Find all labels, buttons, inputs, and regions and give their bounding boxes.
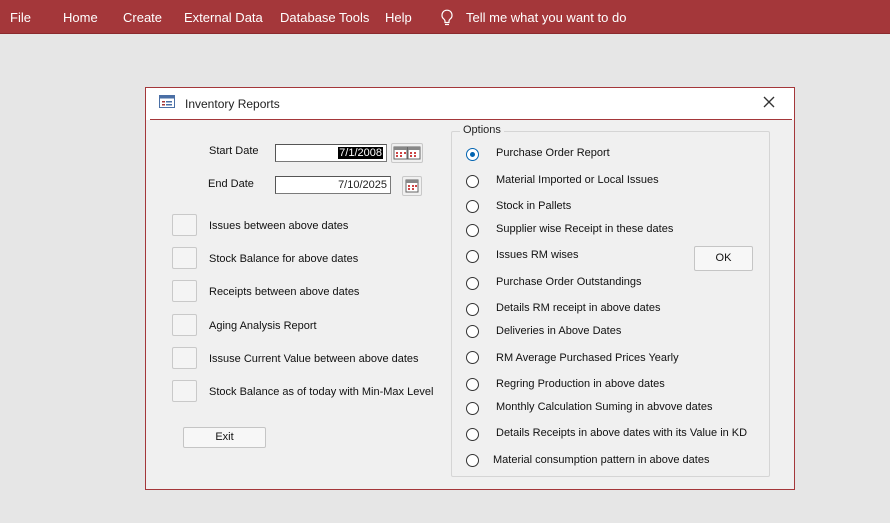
form-icon: [159, 95, 175, 108]
options-group-label: Options: [460, 124, 504, 136]
report-label: Stock Balance for above dates: [209, 253, 359, 265]
option-label: Monthly Calculation Suming in abvove dat…: [496, 401, 713, 413]
option-label: Material Imported or Local Issues: [496, 174, 659, 186]
menu-home[interactable]: Home: [63, 10, 98, 25]
option-label: Regring Production in above dates: [496, 378, 665, 390]
menu-database-tools[interactable]: Database Tools: [280, 10, 369, 25]
report-checkbox-aging[interactable]: [172, 314, 197, 336]
option-radio[interactable]: [466, 351, 479, 364]
option-radio[interactable]: [466, 402, 479, 415]
report-checkbox-receipts[interactable]: [172, 280, 197, 302]
start-date-input[interactable]: 7/1/2008: [275, 144, 387, 162]
menu-external-data[interactable]: External Data: [184, 10, 263, 25]
option-radio[interactable]: [466, 325, 479, 338]
option-radio[interactable]: [466, 148, 479, 161]
report-checkbox-stock-balance[interactable]: [172, 247, 197, 269]
report-label: Receipts between above dates: [209, 286, 360, 298]
title-separator: [150, 119, 792, 120]
dialog-titlebar: Inventory Reports: [146, 88, 794, 120]
report-checkbox-min-max[interactable]: [172, 380, 197, 402]
option-label: Purchase Order Outstandings: [496, 276, 642, 288]
start-date-calendar-button[interactable]: [391, 143, 423, 163]
report-label: Issues between above dates: [209, 220, 349, 232]
end-date-calendar-button[interactable]: [402, 176, 422, 196]
calendar-icon: [393, 146, 421, 160]
lightbulb-icon: [441, 9, 453, 26]
option-label: Details Receipts in above dates with its…: [496, 427, 748, 439]
report-checkbox-issues[interactable]: [172, 214, 197, 236]
option-label: Details RM receipt in above dates: [496, 302, 661, 314]
start-date-label: Start Date: [209, 145, 259, 157]
tell-me-search[interactable]: Tell me what you want to do: [466, 10, 626, 25]
option-radio[interactable]: [466, 428, 479, 441]
report-label: Stock Balance as of today with Min-Max L…: [209, 386, 434, 398]
option-label: RM Average Purchased Prices Yearly: [496, 352, 679, 364]
menu-help[interactable]: Help: [385, 10, 412, 25]
option-radio[interactable]: [466, 454, 479, 467]
option-label: Issues RM wises: [496, 249, 579, 261]
option-radio[interactable]: [466, 175, 479, 188]
calendar-icon: [405, 179, 419, 193]
option-label: Stock in Pallets: [496, 200, 572, 212]
option-radio[interactable]: [466, 250, 479, 263]
option-label: Purchase Order Report: [496, 147, 610, 159]
option-radio[interactable]: [466, 200, 479, 213]
option-label: Deliveries in Above Dates: [496, 325, 622, 337]
menu-create[interactable]: Create: [123, 10, 162, 25]
ok-button[interactable]: OK: [694, 246, 753, 271]
report-label: Aging Analysis Report: [209, 320, 317, 332]
menu-file[interactable]: File: [10, 10, 31, 25]
option-radio[interactable]: [466, 224, 479, 237]
exit-button[interactable]: Exit: [183, 427, 266, 448]
inventory-reports-dialog: Inventory Reports Start Date 7/1/2008 En…: [145, 87, 795, 490]
end-date-label: End Date: [208, 178, 254, 190]
option-radio[interactable]: [466, 378, 479, 391]
option-radio[interactable]: [466, 277, 479, 290]
close-icon[interactable]: [761, 94, 777, 110]
dialog-title: Inventory Reports: [185, 97, 280, 111]
report-label: Issuse Current Value between above dates: [209, 353, 419, 365]
option-label: Material consumption pattern in above da…: [493, 454, 710, 466]
end-date-input[interactable]: 7/10/2025: [275, 176, 391, 194]
option-radio[interactable]: [466, 303, 479, 316]
option-label: Supplier wise Receipt in these dates: [496, 223, 674, 235]
report-checkbox-issue-value[interactable]: [172, 347, 197, 369]
ribbon-menu-bar: File Home Create External Data Database …: [0, 0, 890, 34]
